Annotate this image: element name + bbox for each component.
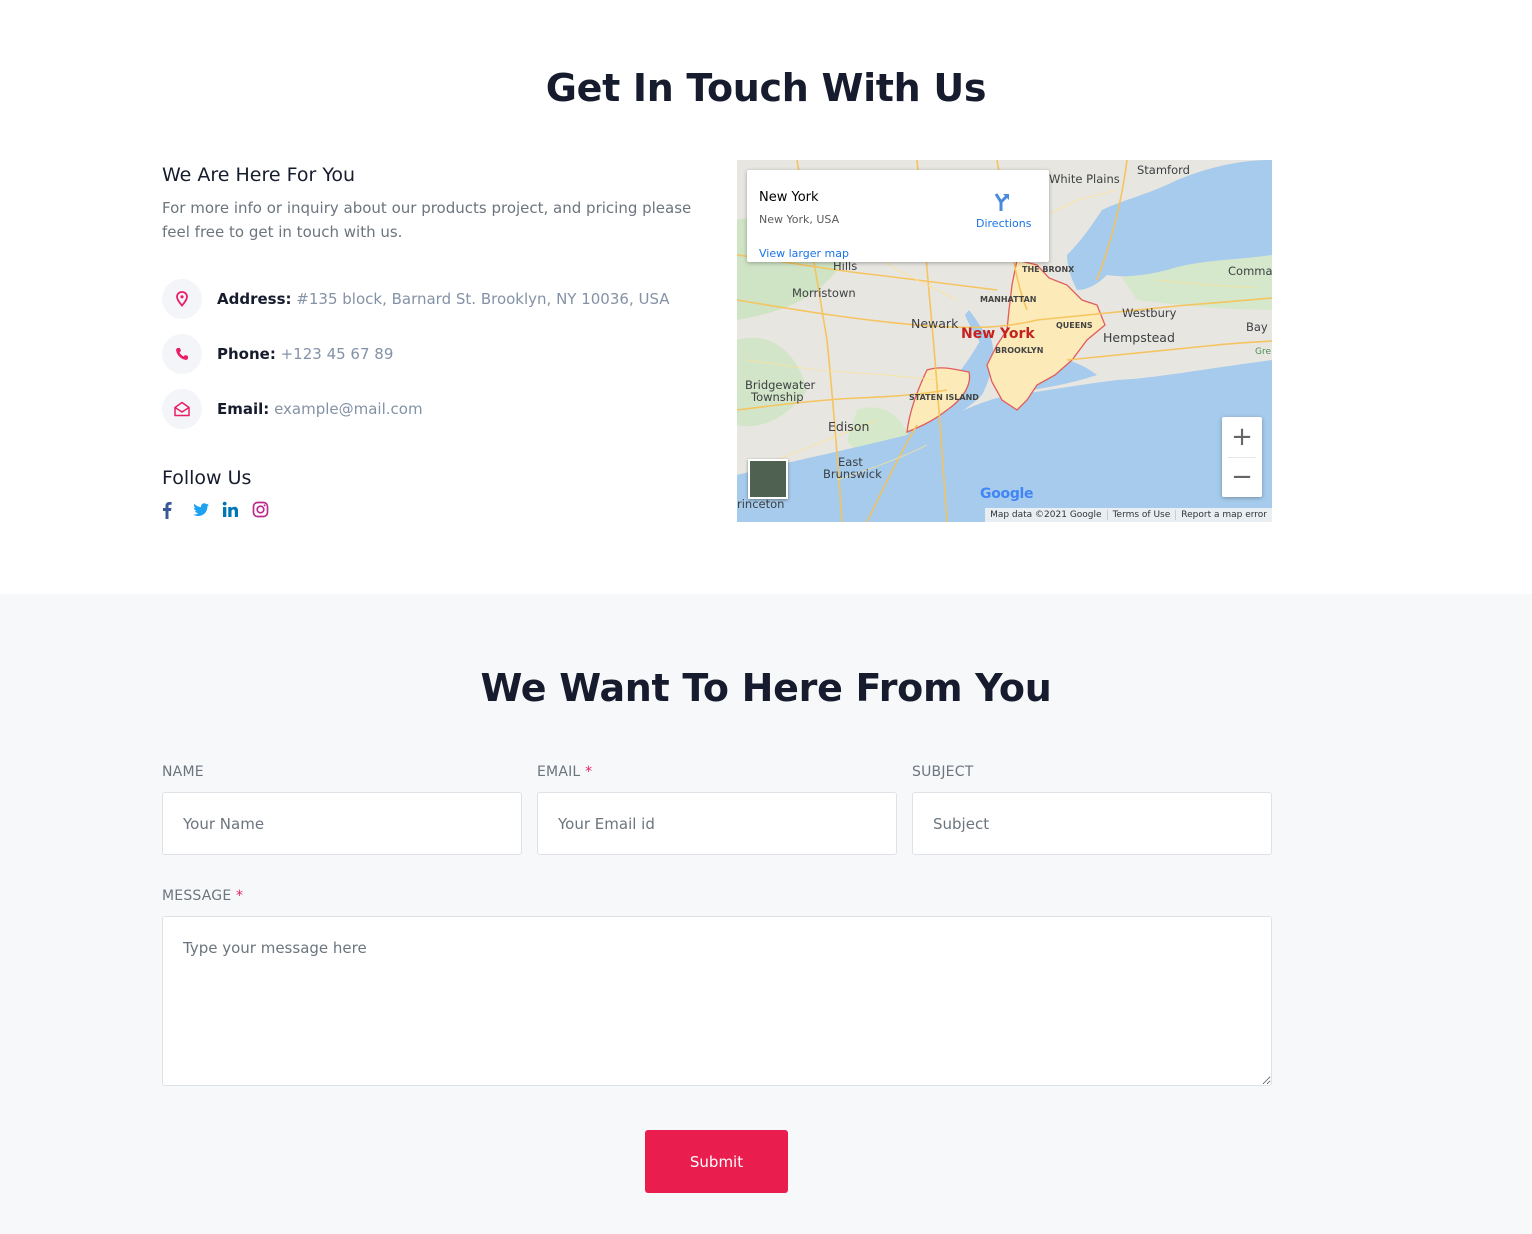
contact-info-section: Get In Touch With Us We Are Here For You… [0,0,1532,594]
map-label-brunswick: Brunswick [823,467,882,481]
email-row: Email: example@mail.com [162,389,423,429]
map-label-manhattan: MANHATTAN [980,295,1037,304]
map-label-brooklyn: BROOKLYN [995,346,1044,355]
message-textarea[interactable] [162,916,1272,1086]
google-logo: Google [980,486,1034,502]
report-map-error-link[interactable]: Report a map error [1175,510,1272,520]
contact-description: For more info or inquiry about our produ… [162,199,692,241]
required-mark: * [236,888,244,904]
map-label-westbury: Westbury [1122,306,1177,320]
map-label-township: Township [751,390,804,404]
map-label-newark: Newark [911,316,959,331]
map-label-princeton: rinceton [737,497,785,511]
map-label-morristown: Morristown [792,286,856,300]
map-label-the-bronx: THE BRONX [1022,265,1075,274]
submit-button[interactable]: Submit [645,1130,788,1193]
subject-label: SUBJECT [912,764,974,780]
terms-of-use-link[interactable]: Terms of Use [1106,510,1176,520]
view-larger-map-link[interactable]: View larger map [759,247,849,260]
linkedin-icon[interactable] [222,501,240,519]
phone-label: Phone: [217,345,276,363]
map-label-bay-shore: Bay S [1246,320,1272,334]
twitter-icon[interactable] [192,501,210,519]
zoom-in-button[interactable]: + [1222,417,1262,457]
map-label-edison: Edison [828,419,870,434]
map-label-staten-island: STATEN ISLAND [909,393,979,402]
address-label: Address: [217,290,292,308]
map-place-address: New York, USA [759,213,840,226]
map-label-new-york: New York [961,326,1035,342]
map-attribution: Map data ©2021 Google Terms of Use Repor… [985,508,1272,522]
email-label: Email: [217,400,270,418]
map-label-commack: Commac [1228,264,1272,278]
satellite-toggle[interactable] [748,459,788,499]
phone-icon [162,334,202,374]
phone-row: Phone: +123 45 67 89 [162,334,393,374]
email-input[interactable] [537,792,897,855]
directions-icon[interactable] [992,192,1012,216]
email-label: EMAIL * [537,764,593,780]
map-label-hempstead: Hempstead [1103,330,1175,345]
page-title: Get In Touch With Us [545,66,987,110]
map-place-name: New York [759,190,819,205]
envelope-open-icon [162,389,202,429]
map-label-stamford: Stamford [1137,163,1190,177]
required-mark: * [585,764,593,780]
directions-link[interactable]: Directions [976,217,1031,230]
social-links [162,501,270,519]
contact-subtitle: We Are Here For You [162,164,356,186]
contact-form-section: We Want To Here From You NAME EMAIL * SU… [0,594,1532,1234]
map-label-queens: QUEENS [1056,321,1093,330]
address-value: #135 block, Barnard St. Brooklyn, NY 100… [296,290,670,308]
map-label-gre: Gre [1255,347,1272,357]
map-pin-icon [162,279,202,319]
form-title: We Want To Here From You [480,666,1052,710]
zoom-divider [1228,457,1256,458]
phone-value[interactable]: +123 45 67 89 [281,345,394,363]
name-input[interactable] [162,792,522,855]
subject-input[interactable] [912,792,1272,855]
email-value[interactable]: example@mail.com [274,400,423,418]
instagram-icon[interactable] [252,501,270,519]
map-data-credit: Map data ©2021 Google [990,510,1102,520]
embedded-map[interactable]: White Plains Stamford Hills Morristown T… [737,160,1272,522]
address-row: Address: #135 block, Barnard St. Brookly… [162,279,670,319]
zoom-controls: + − [1222,417,1262,497]
map-label-white-plains: White Plains [1049,172,1120,186]
message-label: MESSAGE * [162,888,244,904]
name-label: NAME [162,764,204,780]
facebook-icon[interactable] [162,501,180,519]
zoom-out-button[interactable]: − [1222,457,1262,497]
map-info-card: New York New York, USA Directions View l… [747,170,1049,262]
follow-us-title: Follow Us [162,467,252,489]
